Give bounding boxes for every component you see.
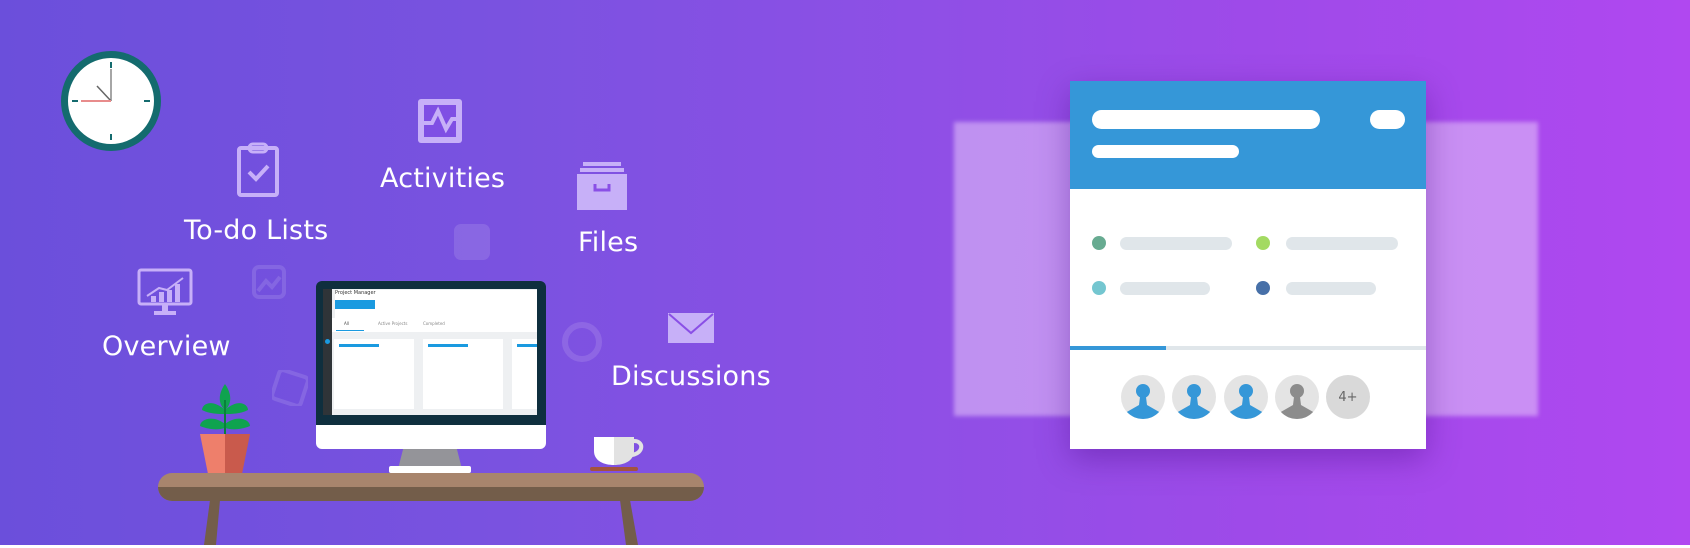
user-icon (1228, 384, 1264, 419)
background-card-right (1420, 122, 1538, 416)
user-icon (1176, 384, 1212, 419)
more-members-badge[interactable]: 4+ (1326, 375, 1370, 419)
monitor-chart-icon (137, 268, 193, 315)
status-bar (1286, 237, 1398, 250)
clipboard-check-icon (237, 142, 279, 197)
monitor-screen: Project Manager All Active Projects Comp… (323, 289, 537, 415)
member-avatar[interactable] (1172, 375, 1216, 419)
ghost-circle-icon (562, 322, 602, 362)
screen-project-card (334, 339, 414, 409)
project-subtitle-placeholder (1092, 145, 1239, 158)
project-settings-pill[interactable] (1370, 110, 1405, 129)
project-card-header (1070, 81, 1426, 189)
file-drawer-icon (577, 162, 627, 210)
desk-legs (204, 500, 638, 545)
status-bar (1120, 237, 1232, 250)
monitor-chin (316, 425, 546, 449)
ghost-edit-icon (454, 224, 490, 260)
status-dot (1092, 236, 1106, 250)
activity-chart-icon (418, 99, 462, 143)
user-icon (1279, 384, 1315, 419)
project-progress-track (1070, 346, 1426, 350)
feature-label-activities: Activities (380, 163, 506, 194)
wall-clock (61, 51, 161, 151)
background-card-left (954, 122, 1084, 416)
screen-primary-button[interactable] (335, 300, 375, 309)
monitor-base (389, 466, 471, 473)
feature-label-files: Files (578, 227, 639, 258)
potted-plant-icon (200, 384, 250, 474)
screen-tab-active[interactable]: Active Projects (378, 321, 407, 326)
screen-project-card (512, 339, 537, 409)
project-card[interactable]: 4+ (1070, 81, 1426, 449)
feature-label-overview: Overview (102, 331, 231, 362)
status-bar (1286, 282, 1376, 295)
member-avatar[interactable] (1224, 375, 1268, 419)
project-progress-fill (1070, 346, 1167, 350)
more-members-label: 4+ (1338, 389, 1358, 405)
clock-face-icon (72, 62, 150, 140)
desk-top (158, 473, 704, 501)
status-dot (1092, 281, 1106, 295)
coffee-cup-icon (590, 437, 644, 471)
ghost-image-icon (252, 265, 286, 299)
user-icon (1125, 384, 1161, 419)
member-avatar[interactable] (1121, 375, 1165, 419)
envelope-icon (668, 313, 714, 343)
member-avatar[interactable] (1275, 375, 1319, 419)
feature-label-todo-lists: To-do Lists (184, 215, 329, 246)
status-dot (1256, 281, 1270, 295)
status-bar (1120, 282, 1210, 295)
screen-sidebar (323, 289, 332, 415)
screen-project-card (423, 339, 503, 409)
project-title-placeholder (1092, 110, 1320, 129)
ghost-image-icon-2 (272, 370, 308, 406)
hero-banner: To-do Lists Activities Files Overview Di… (0, 0, 1690, 545)
status-dot (1256, 236, 1270, 250)
screen-tab-all[interactable]: All (344, 321, 349, 326)
screen-tab-completed[interactable]: Completed (423, 321, 445, 326)
feature-label-discussions: Discussions (611, 361, 771, 392)
